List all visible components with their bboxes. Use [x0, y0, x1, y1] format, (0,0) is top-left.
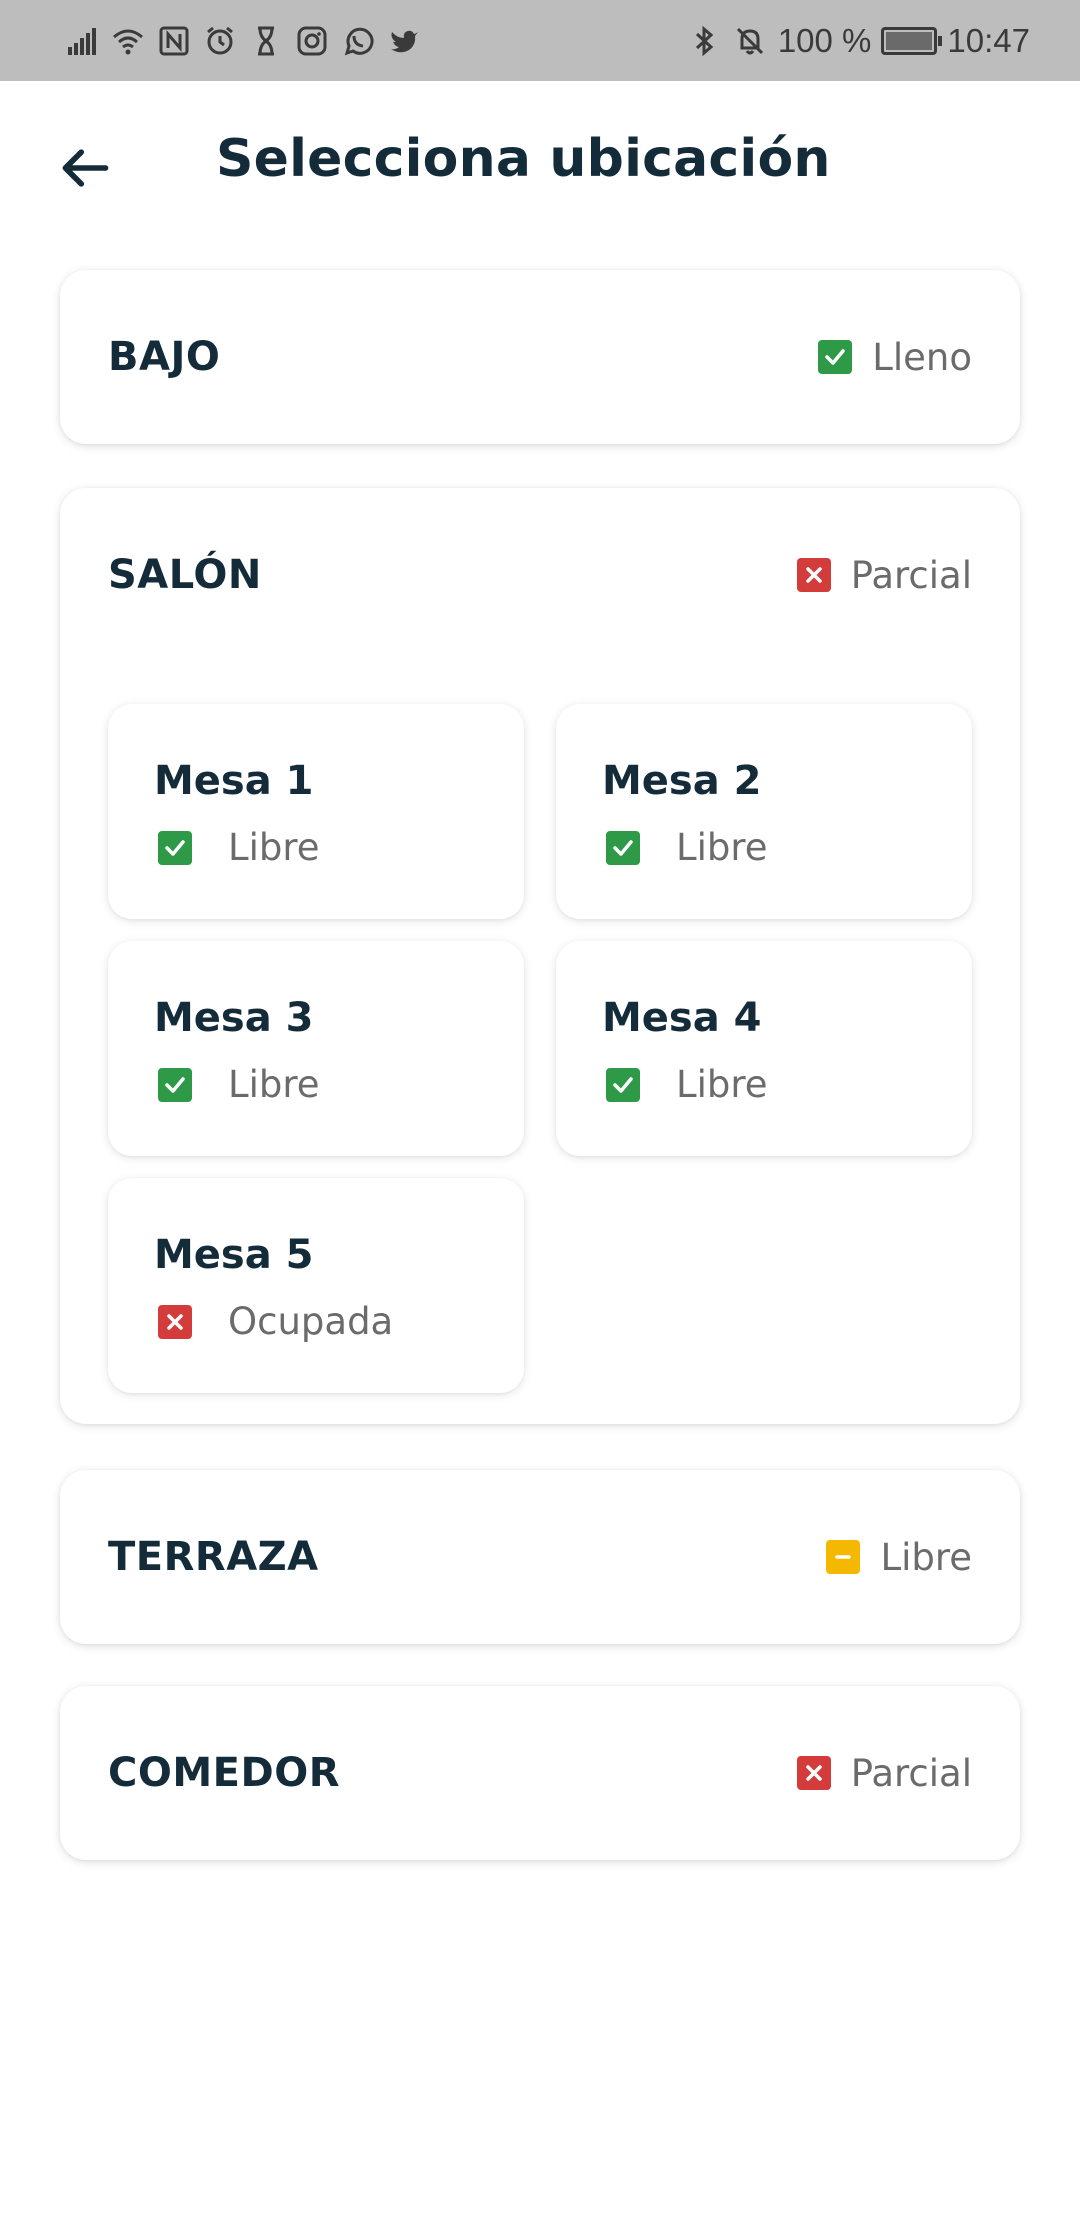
wifi-icon: [110, 23, 146, 59]
zone-header: COMEDOR Parcial: [60, 1686, 1020, 1860]
zone-card-bajo[interactable]: BAJO Lleno: [60, 270, 1020, 444]
zone-status-label: Parcial: [850, 553, 972, 597]
zone-status-label: Libre: [880, 1535, 972, 1579]
zone-status: Libre: [826, 1536, 972, 1579]
check-icon: [606, 830, 640, 865]
bluetooth-icon: [686, 23, 722, 59]
signal-icon: [64, 23, 100, 59]
table-name: Mesa 2: [602, 758, 762, 804]
battery-icon: [881, 26, 943, 55]
header: Selecciona ubicación: [0, 81, 1080, 251]
check-icon: [818, 340, 853, 374]
bell-off-icon: [732, 23, 768, 59]
table-card-mesa-3[interactable]: Mesa 3 Libre: [108, 941, 524, 1156]
arrow-left-icon: [62, 149, 109, 187]
table-name: Mesa 4: [602, 995, 762, 1041]
table-card-mesa-5[interactable]: Mesa 5 Ocupada: [108, 1178, 524, 1393]
zone-status-label: Lleno: [872, 335, 972, 379]
zone-status: Parcial: [796, 1751, 972, 1795]
check-icon: [606, 1067, 640, 1102]
back-button[interactable]: [50, 133, 120, 203]
twitter-icon: [386, 23, 422, 59]
zone-status-label: Parcial: [850, 1751, 972, 1795]
table-status: Libre: [606, 1063, 768, 1106]
zone-header: SALÓN Parcial: [60, 488, 1020, 662]
cross-icon: [796, 1756, 831, 1790]
zone-name: BAJO: [108, 334, 221, 380]
table-name: Mesa 1: [154, 758, 314, 804]
table-card-mesa-1[interactable]: Mesa 1 Libre: [108, 704, 524, 919]
table-status: Ocupada: [158, 1300, 393, 1343]
zone-header: BAJO Lleno: [60, 270, 1020, 444]
zone-card-comedor[interactable]: COMEDOR Parcial: [60, 1686, 1020, 1860]
table-card-mesa-4[interactable]: Mesa 4 Libre: [556, 941, 972, 1156]
battery-percent: 100 %: [777, 21, 872, 59]
status-bar: 100 % 10:47: [0, 0, 1080, 81]
hourglass-icon: [248, 23, 284, 59]
table-card-mesa-2[interactable]: Mesa 2 Libre: [556, 704, 972, 919]
clock: 10:47: [947, 21, 1030, 59]
zone-header: TERRAZA Libre: [60, 1470, 1020, 1644]
table-status-label: Libre: [676, 1063, 768, 1106]
zone-name: COMEDOR: [108, 1750, 340, 1796]
zone-card-terraza[interactable]: TERRAZA Libre: [60, 1470, 1020, 1644]
table-name: Mesa 3: [154, 995, 314, 1041]
zone-name: TERRAZA: [108, 1534, 319, 1580]
zone-name: SALÓN: [108, 552, 262, 598]
page-title: Selecciona ubicación: [216, 129, 831, 189]
check-icon: [158, 1067, 192, 1102]
whatsapp-icon: [340, 23, 376, 59]
table-status: Libre: [158, 1063, 320, 1106]
table-status-label: Libre: [676, 826, 768, 869]
check-icon: [158, 830, 192, 865]
status-bar-right: 100 % 10:47: [686, 22, 1030, 60]
minus-icon: [826, 1540, 861, 1574]
alarm-icon: [202, 23, 238, 59]
cross-icon: [796, 558, 831, 592]
status-bar-left: [64, 23, 422, 59]
table-status: Libre: [158, 826, 320, 869]
table-name: Mesa 5: [154, 1232, 314, 1278]
table-status-label: Libre: [228, 1063, 320, 1106]
zone-card-salon[interactable]: SALÓN Parcial Mesa 1 Libre Mesa 2 Libre …: [60, 488, 1020, 1424]
cross-icon: [158, 1304, 192, 1339]
zone-status: Lleno: [818, 336, 972, 379]
table-status-label: Ocupada: [228, 1300, 394, 1343]
nfc-icon: [156, 23, 192, 59]
table-status-label: Libre: [228, 826, 320, 869]
table-status: Libre: [606, 826, 768, 869]
instagram-icon: [294, 23, 330, 59]
zone-status: Parcial: [796, 553, 972, 597]
